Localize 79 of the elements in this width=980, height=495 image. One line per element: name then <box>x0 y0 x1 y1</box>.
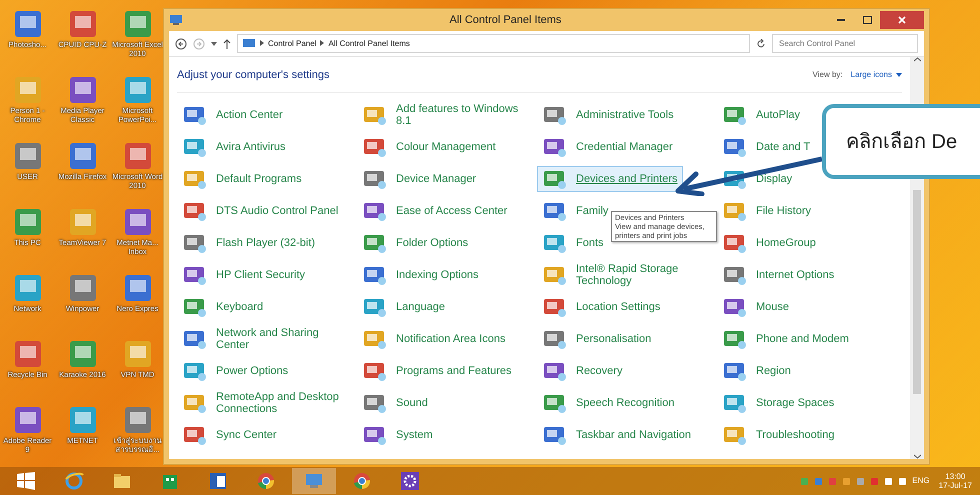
control-panel-item[interactable]: Storage Spaces <box>717 390 840 416</box>
control-panel-item[interactable]: Notification Area Icons <box>357 326 510 352</box>
control-panel-item[interactable]: Administrative Tools <box>537 102 679 128</box>
windows-logo-icon <box>17 472 35 490</box>
chevron-icon <box>260 40 264 46</box>
control-panel-item[interactable]: Folder Options <box>357 230 474 256</box>
control-panel-icon <box>169 14 183 26</box>
control-panel-item[interactable]: Phone and Modem <box>717 326 854 352</box>
view-by-label: View by: <box>812 69 843 82</box>
browser-icon <box>352 471 372 491</box>
control-panel-item[interactable]: HP Client Security <box>177 262 310 288</box>
control-panel-item[interactable]: Family <box>537 198 614 224</box>
control-panel-item[interactable]: Display <box>717 166 798 192</box>
callout-text: คลิกเลือก De <box>822 104 980 179</box>
clock-date[interactable]: 17-Jul-17 <box>938 481 972 490</box>
control-panel-item[interactable]: Intel® Rapid Storage Technology <box>537 262 717 288</box>
control-panel-item[interactable]: Sound <box>357 390 433 416</box>
control-panel-item[interactable]: Add features to Windows 8.1 <box>357 102 537 128</box>
control-panel-item[interactable]: Indexing Options <box>357 262 484 288</box>
forward-icon[interactable] <box>193 38 205 50</box>
control-panel-item[interactable]: Language <box>357 294 450 320</box>
control-panel-item[interactable]: System <box>357 422 438 448</box>
chevron-icon <box>320 40 324 46</box>
control-panel-item[interactable]: RemoteApp and Desktop Connections <box>177 390 357 416</box>
caret-icon <box>896 73 902 78</box>
control-panel-item[interactable]: Date and T <box>717 134 816 160</box>
address-bar[interactable]: Control Panel All Control Panel Items <box>237 34 750 53</box>
browser-icon <box>256 471 276 491</box>
view-by-dropdown[interactable]: Large icons <box>850 69 902 82</box>
page-heading: Adjust your computer's settings <box>177 68 330 83</box>
control-panel-item[interactable]: Colour Management <box>357 134 501 160</box>
clock-time[interactable]: 13:00 <box>945 472 966 481</box>
browser-icon <box>64 471 84 491</box>
control-panel-item[interactable]: Recovery <box>537 358 628 384</box>
control-panel-item[interactable]: Troubleshooting <box>717 422 840 448</box>
control-panel-item[interactable]: Credential Manager <box>537 134 678 160</box>
scroll-down-icon[interactable] <box>914 454 920 459</box>
up-arrow-icon[interactable] <box>223 38 231 48</box>
control-panel-item[interactable]: Speech Recognition <box>537 390 680 416</box>
language-indicator[interactable]: ENG <box>912 475 930 487</box>
back-icon[interactable] <box>175 38 187 50</box>
control-panel-item[interactable]: Ease of Access Center <box>357 198 512 224</box>
refresh-icon[interactable] <box>756 38 766 48</box>
control-panel-item[interactable]: Power Options <box>177 358 294 384</box>
control-panel-item[interactable]: Programs and Features <box>357 358 517 384</box>
control-panel-item[interactable]: Flash Player (32-bit) <box>177 230 320 256</box>
control-panel-item[interactable]: Location Settings <box>537 294 666 320</box>
close-button[interactable] <box>880 11 924 29</box>
dropdown-icon[interactable] <box>211 42 217 46</box>
control-panel-item[interactable]: DTS Audio Control Panel <box>177 198 344 224</box>
folder-icon <box>112 471 132 491</box>
monitor-icon <box>242 38 256 49</box>
window-title: All Control Panel Items <box>448 12 562 28</box>
control-panel-item[interactable]: HomeGroup <box>717 230 821 256</box>
control-panel-item[interactable]: Region <box>717 358 796 384</box>
gear-icon <box>400 471 420 491</box>
control-panel-item[interactable]: Network and Sharing Center <box>177 326 357 352</box>
control-panel-item[interactable]: Mouse <box>717 294 794 320</box>
search-field[interactable]: Search Control Panel <box>772 34 918 53</box>
control-panel-item[interactable]: Action Center <box>177 102 288 128</box>
control-panel-item[interactable]: Avira Antivirus <box>177 134 290 160</box>
monitor-icon <box>304 471 324 491</box>
control-panel-item[interactable]: Taskbar and Navigation <box>537 422 696 448</box>
control-panel-item[interactable]: Sync Center <box>177 422 282 448</box>
document-icon <box>208 471 228 491</box>
control-panel-item[interactable]: Fonts <box>537 230 609 256</box>
maximize-icon <box>862 16 872 24</box>
control-panel-item[interactable]: Devices and Printers <box>537 166 682 192</box>
control-panel-item[interactable]: Keyboard <box>177 294 268 320</box>
control-panel-item[interactable]: Internet Options <box>717 262 840 288</box>
control-panel-item[interactable]: File History <box>717 198 816 224</box>
control-panel-item[interactable]: Device Manager <box>357 166 482 192</box>
minimize-icon <box>837 19 845 21</box>
close-icon <box>898 16 906 24</box>
control-panel-item[interactable]: Default Programs <box>177 166 307 192</box>
scroll-up-icon[interactable] <box>914 57 920 62</box>
scrollbar-thumb[interactable] <box>913 190 921 394</box>
control-panel-item[interactable]: Personalisation <box>537 326 656 352</box>
control-panel-item[interactable]: AutoPlay <box>717 102 806 128</box>
